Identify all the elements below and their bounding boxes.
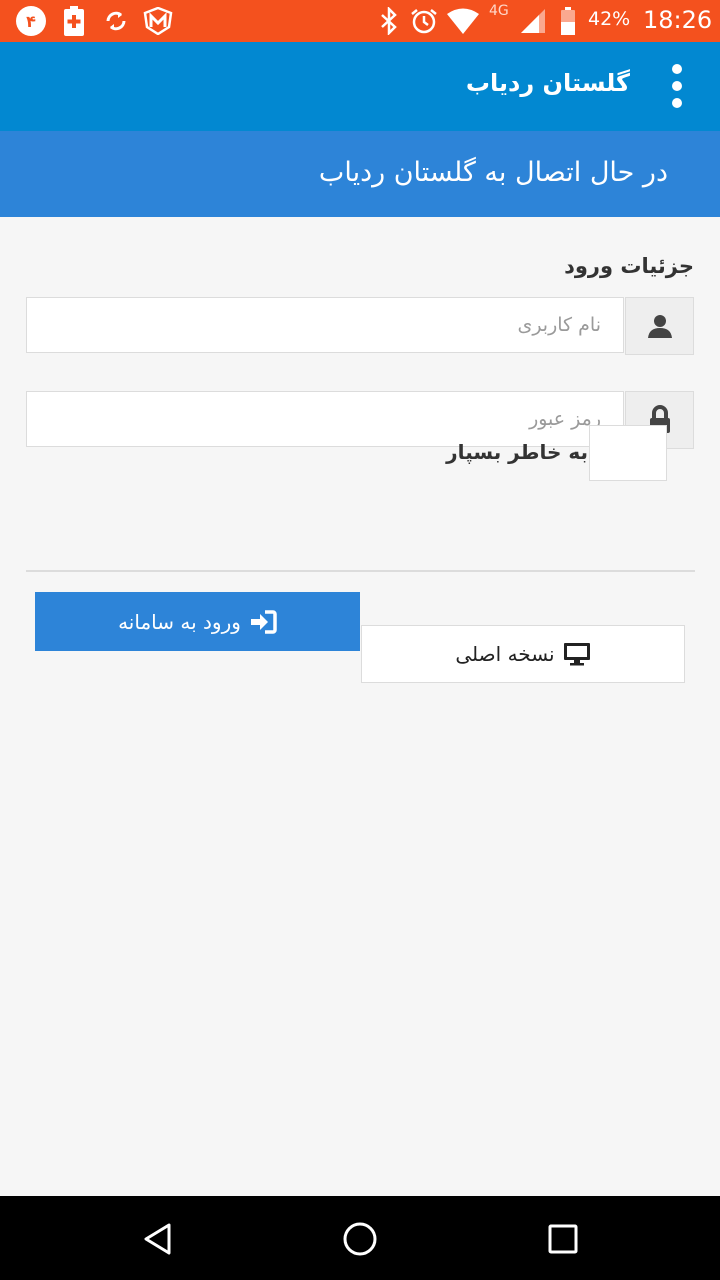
divider bbox=[26, 570, 695, 572]
remember-checkbox[interactable] bbox=[589, 425, 667, 481]
banner-text: در حال اتصال به گلستان ردیاب bbox=[318, 157, 668, 188]
main-version-button[interactable]: نسخه اصلی bbox=[361, 625, 685, 683]
status-bar: ۴ 4G 42% 18:26 bbox=[0, 0, 720, 42]
battery-percent: 42% bbox=[588, 8, 631, 30]
app-bar: گلستان ردیاب bbox=[0, 42, 720, 131]
recents-icon[interactable] bbox=[538, 1214, 588, 1264]
network-type: 4G bbox=[489, 3, 509, 19]
remember-label: به خاطر بسپار bbox=[446, 440, 588, 464]
battery-icon bbox=[558, 7, 578, 35]
password-input[interactable] bbox=[26, 391, 624, 447]
notification-badge-icon: ۴ bbox=[14, 6, 48, 36]
username-group bbox=[26, 297, 694, 355]
login-button-label: ورود به سامانه bbox=[118, 609, 241, 634]
wifi-icon bbox=[446, 7, 480, 35]
sync-icon bbox=[102, 7, 130, 35]
clock: 18:26 bbox=[643, 6, 713, 34]
section-title: جزئیات ورود bbox=[564, 254, 694, 278]
cell-signal-icon bbox=[518, 7, 548, 35]
mcafee-icon bbox=[142, 7, 174, 35]
main-version-button-label: نسخه اصلی bbox=[455, 642, 555, 666]
home-icon[interactable] bbox=[335, 1214, 385, 1264]
sign-in-icon bbox=[249, 609, 277, 634]
overflow-menu-icon[interactable] bbox=[660, 60, 694, 112]
desktop-icon bbox=[563, 642, 591, 666]
notification-badge-count: ۴ bbox=[26, 11, 36, 31]
app-title: گلستان ردیاب bbox=[465, 69, 630, 97]
user-icon bbox=[625, 297, 694, 355]
username-input[interactable] bbox=[26, 297, 624, 353]
back-icon[interactable] bbox=[133, 1214, 183, 1264]
connection-banner: در حال اتصال به گلستان ردیاب bbox=[0, 131, 720, 217]
bluetooth-icon bbox=[376, 7, 402, 35]
alarm-icon bbox=[410, 7, 438, 35]
login-button[interactable]: ورود به سامانه bbox=[35, 592, 360, 651]
battery-saver-icon bbox=[62, 6, 86, 36]
navigation-bar bbox=[0, 1196, 720, 1280]
